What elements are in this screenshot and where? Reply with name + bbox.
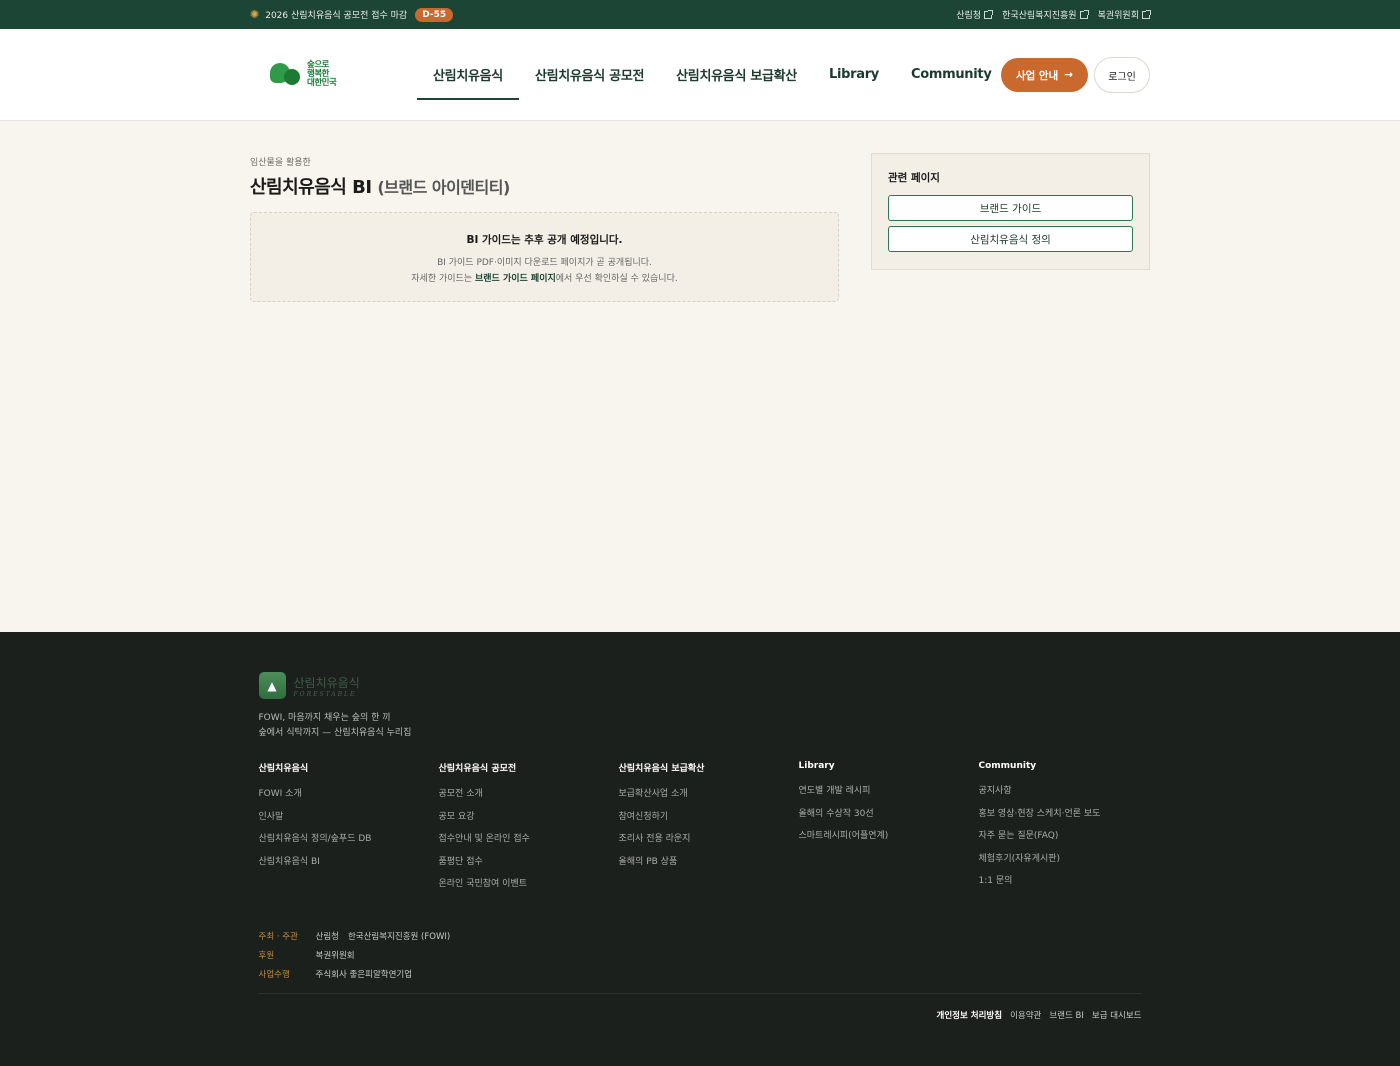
footer-col-dissemination: 산림치유음식 보급확산 보급확산사업 소개 참여신청하기 조리사 전용 라운지 …: [619, 761, 799, 899]
footer-link[interactable]: 참여신청하기: [619, 809, 799, 832]
arrow-right-icon: →: [1064, 69, 1074, 81]
footer-link[interactable]: 자주 묻는 질문(FAQ): [979, 828, 1159, 851]
site-logo[interactable]: 숲으로 행복한 대한민국: [270, 61, 397, 89]
coming-soon-notice: BI 가이드는 추후 공개 예정입니다. BI 가이드 PDF·이미지 다운로드…: [250, 212, 839, 302]
external-link-icon: [1079, 9, 1089, 19]
brand-bi-link[interactable]: 브랜드 BI: [1049, 1009, 1084, 1021]
footer-col-contest: 산림치유음식 공모전 공모전 소개 공모 요강 접수안내 및 온라인 접수 품평…: [439, 761, 619, 899]
main-nav: 산림치유음식 산림치유음식 공모전 산림치유음식 보급확산 Library Co…: [417, 29, 1008, 120]
footer-tagline: FOWI, 마음까지 채우는 숲의 한 끼 숲에서 식탁까지 — 산림치유음식 …: [258, 713, 412, 738]
external-links: 산림청 한국산림복지진흥원 복권위원회: [956, 8, 1151, 21]
footer-link[interactable]: FOWI 소개: [259, 786, 439, 809]
footer-col-community: Community 공지사항 홍보 영상·현장 스케치·언론 보도 자주 묻는 …: [979, 761, 1159, 899]
main-content: 임산물을 활용한 산림치유음식 BI (브랜드 아이덴티티) BI 가이드는 추…: [250, 121, 1150, 632]
page-eyebrow: 임산물을 활용한: [250, 158, 311, 168]
dashboard-link[interactable]: 보급 대시보드: [1092, 1009, 1142, 1021]
footer-link[interactable]: 품평단 접수: [439, 854, 619, 877]
nav-library[interactable]: Library: [813, 29, 895, 120]
footer-link[interactable]: 공모전 소개: [439, 786, 619, 809]
footer-link[interactable]: 온라인 국민참여 이벤트: [439, 876, 619, 899]
footer-logo[interactable]: ▲ 산림치유음식 FORESTABLE: [258, 672, 360, 699]
sun-icon: ✺: [250, 8, 260, 21]
footer-link[interactable]: 접수안내 및 온라인 접수: [439, 831, 619, 854]
footer-col-about: 산림치유음식 FOWI 소개 인사말 산림치유음식 정의/숲푸드 DB 산림치유…: [259, 761, 439, 899]
footer-link[interactable]: 산림치유음식 정의/숲푸드 DB: [259, 831, 439, 854]
legal-links: 개인정보 처리방침 이용약관 브랜드 BI 보급 대시보드: [937, 1009, 1142, 1021]
external-link-icon: [984, 9, 994, 19]
footer-link[interactable]: 홍보 영상·현장 스케치·언론 보도: [979, 806, 1159, 829]
brand-guide-button[interactable]: 브랜드 가이드: [888, 195, 1133, 221]
related-pages-heading: 관련 페이지: [888, 172, 940, 184]
nav-forest-healing-food[interactable]: 산림치유음식: [417, 29, 519, 120]
site-header: 숲으로 행복한 대한민국 산림치유음식 산림치유음식 공모전 산림치유음식 보급…: [0, 29, 1400, 121]
definition-button[interactable]: 산림치유음식 정의: [888, 226, 1133, 252]
footer-link[interactable]: 올해의 PB 상품: [619, 854, 799, 877]
footer-divider: [258, 993, 1142, 994]
page-title: 산림치유음식 BI (브랜드 아이덴티티): [250, 177, 510, 198]
footer-link[interactable]: 연도별 개발 레시피: [799, 783, 979, 806]
dday-badge: D-55: [415, 7, 454, 22]
top-bar: ✺ 2026 산림치유음식 공모전 접수 마감 D-55 산림청 한국산림복지진…: [0, 0, 1400, 29]
business-info-button[interactable]: 사업 안내 →: [1001, 58, 1088, 92]
notice-line-1: BI 가이드 PDF·이미지 다운로드 페이지가 곧 공개됩니다.: [437, 258, 652, 268]
login-button[interactable]: 로그인: [1094, 57, 1150, 93]
notice-text: 2026 산림치유음식 공모전 접수 마감: [265, 11, 408, 21]
footer-link[interactable]: 올해의 수상작 30선: [799, 806, 979, 829]
nav-contest[interactable]: 산림치유음식 공모전: [519, 29, 660, 120]
heart-leaf-logo-icon: [270, 61, 304, 89]
brand-guide-link[interactable]: 브랜드 가이드 페이지: [475, 274, 556, 284]
external-link-icon: [1142, 9, 1151, 19]
notice-line-2: 자세한 가이드는 브랜드 가이드 페이지에서 우선 확인하실 수 있습니다.: [411, 274, 678, 284]
link-lottery-commission[interactable]: 복권위원회: [1098, 8, 1151, 21]
nav-community[interactable]: Community: [895, 29, 1008, 120]
footer-link[interactable]: 산림치유음식 BI: [259, 854, 439, 877]
link-fowi[interactable]: 한국산림복지진흥원: [1002, 8, 1089, 21]
privacy-policy-link[interactable]: 개인정보 처리방침: [937, 1009, 1003, 1021]
footer-link[interactable]: 조리사 전용 라운지: [619, 831, 799, 854]
link-forest-service[interactable]: 산림청: [956, 8, 994, 21]
terms-link[interactable]: 이용약관: [1010, 1009, 1041, 1021]
tree-icon: ▲: [258, 672, 286, 699]
footer-link[interactable]: 공지사항: [979, 783, 1159, 806]
nav-dissemination[interactable]: 산림치유음식 보급확산: [660, 29, 813, 120]
page-title-sub: (브랜드 아이덴티티): [377, 178, 510, 197]
footer-sitemap: 산림치유음식 FOWI 소개 인사말 산림치유음식 정의/숲푸드 DB 산림치유…: [259, 761, 1159, 899]
related-pages-panel: 관련 페이지 브랜드 가이드 산림치유음식 정의: [871, 153, 1150, 270]
footer-link[interactable]: 인사말: [259, 809, 439, 832]
footer-link[interactable]: 체험후기(자유게시판): [979, 851, 1159, 874]
footer-link[interactable]: 1:1 문의: [979, 873, 1159, 896]
footer-link[interactable]: 공모 요강: [439, 809, 619, 832]
footer-link[interactable]: 보급확산사업 소개: [619, 786, 799, 809]
footer-col-library: Library 연도별 개발 레시피 올해의 수상작 30선 스마트레시피(어플…: [799, 761, 979, 899]
notice-heading: BI 가이드는 추후 공개 예정입니다.: [466, 234, 623, 246]
site-footer: ▲ 산림치유음식 FORESTABLE FOWI, 마음까지 채우는 숲의 한 …: [0, 632, 1400, 1066]
footer-link[interactable]: 스마트레시피(어플연계): [799, 828, 979, 851]
contest-deadline-notice[interactable]: ✺ 2026 산림치유음식 공모전 접수 마감 D-55: [250, 7, 454, 22]
footer-credits: 주최 · 주관 산림청 한국산림복지진흥원 (FOWI) 후원 복권위원회 사업수…: [258, 932, 451, 980]
